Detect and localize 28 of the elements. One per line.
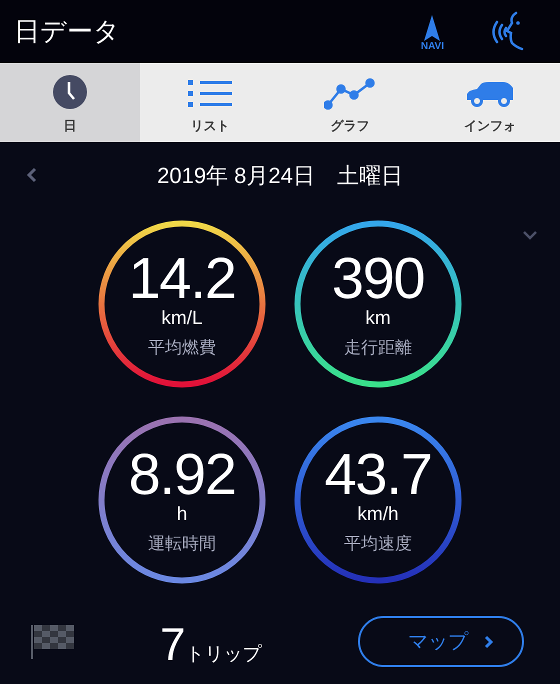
metric-value: 390: [332, 250, 424, 308]
metric-label: 走行距離: [344, 338, 412, 358]
down-chevron-icon[interactable]: [522, 230, 538, 240]
metric-value: 43.7: [324, 446, 432, 504]
metric-label: 平均燃費: [148, 338, 216, 358]
metric-label: 運転時間: [148, 534, 216, 554]
navi-button[interactable]: NAVI: [420, 14, 444, 52]
metric-value: 14.2: [128, 250, 236, 308]
metric-unit: km/L: [161, 308, 203, 330]
metric-value: 8.92: [128, 446, 236, 504]
page-title: 日データ: [14, 15, 120, 48]
chevron-right-icon: [484, 634, 494, 648]
voice-icon[interactable]: [490, 10, 526, 52]
map-button[interactable]: マップ: [358, 616, 524, 667]
trip-count: 7 トリップ: [160, 617, 262, 672]
metric-label: 平均速度: [344, 534, 412, 554]
metric-unit: h: [176, 504, 188, 526]
car-icon: [465, 82, 515, 110]
line-graph-icon: [324, 78, 376, 110]
metric-unit: km/h: [357, 504, 399, 526]
back-chevron-icon[interactable]: [26, 167, 38, 183]
list-icon: [188, 78, 232, 110]
arrow-icon: [424, 14, 440, 40]
date-label: 2019年 8月24日 土曜日: [157, 162, 403, 190]
metric-unit: km: [365, 308, 391, 330]
tab[interactable]: 日: [0, 63, 140, 142]
clock-icon: [52, 74, 88, 110]
checkered-flag-icon: [30, 624, 74, 658]
